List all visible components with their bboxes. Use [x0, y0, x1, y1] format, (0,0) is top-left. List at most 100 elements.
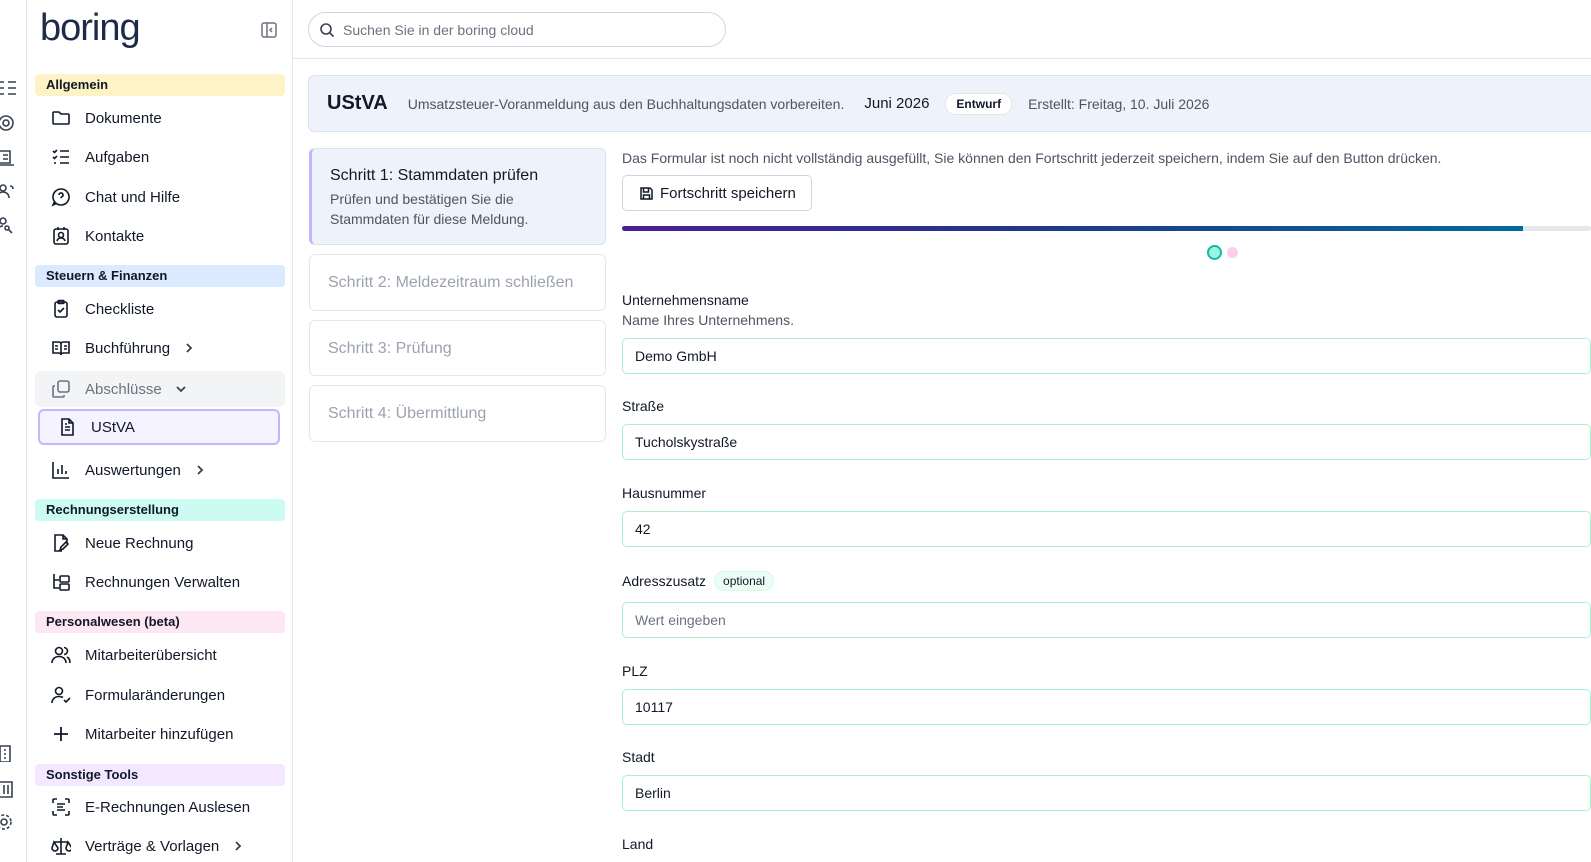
building-icon[interactable]	[0, 744, 16, 762]
file-text-icon	[57, 417, 77, 437]
sidebar-item-mitarbeiter-hinzufuegen[interactable]: Mitarbeiter hinzufügen	[35, 716, 285, 752]
logo[interactable]: boring	[40, 6, 141, 50]
sidebar-item-label: Kontakte	[85, 227, 145, 245]
users-icon	[51, 645, 71, 665]
step-1[interactable]: Schritt 1: Stammdaten prüfen Prüfen und …	[309, 148, 606, 245]
address-extra-field[interactable]	[622, 602, 1591, 638]
step-3[interactable]: Schritt 3: Prüfung	[309, 320, 606, 376]
save-progress-label: Fortschritt speichern	[660, 184, 796, 202]
user-check-icon	[51, 685, 71, 705]
sidebar-item-label: Dokumente	[85, 109, 162, 127]
sidebar-item-buchfuehrung[interactable]: Buchführung	[35, 330, 285, 366]
save-progress-button[interactable]: Fortschritt speichern	[622, 175, 812, 211]
contact-icon	[51, 226, 71, 246]
list-icon[interactable]	[0, 79, 16, 97]
sidebar-item-label: Mitarbeiterübersicht	[85, 646, 217, 664]
house-number-field[interactable]	[622, 511, 1591, 547]
step-title: Schritt 4: Übermittlung	[328, 405, 487, 422]
sidebar-item-label: Formularänderungen	[85, 686, 226, 704]
clipboard-check-icon	[51, 299, 71, 319]
step-title: Schritt 2: Meldezeitraum schließen	[328, 274, 574, 291]
page-description: Umsatzsteuer-Voranmeldung aus den Buchha…	[407, 95, 845, 112]
scan-text-icon	[51, 797, 71, 817]
sidebar-item-e-rechnungen[interactable]: E-Rechnungen Auslesen	[35, 789, 285, 825]
form-notice: Das Formular ist noch nicht vollständig …	[622, 150, 1442, 166]
page-title: UStVA	[327, 92, 388, 114]
person-search-icon[interactable]	[0, 216, 16, 234]
company-field[interactable]	[622, 338, 1591, 374]
sidebar-item-label: Neue Rechnung	[85, 534, 194, 552]
users-icon[interactable]	[0, 182, 16, 200]
search-box[interactable]	[308, 12, 726, 47]
coin-icon[interactable]	[0, 114, 16, 132]
library-icon[interactable]	[0, 780, 16, 798]
city-field[interactable]	[622, 775, 1591, 811]
section-rechnungserstellung: Rechnungserstellung	[35, 499, 285, 521]
step-4[interactable]: Schritt 4: Übermittlung	[309, 385, 606, 442]
sidebar-item-formularaenderungen[interactable]: Formularänderungen	[35, 677, 285, 713]
sidebar-item-checkliste[interactable]: Checkliste	[35, 291, 285, 327]
progress-bar	[622, 226, 1591, 231]
section-allgemein: Allgemein	[35, 74, 285, 96]
file-pen-icon	[51, 533, 71, 553]
help-chat-icon	[51, 187, 71, 207]
section-personalwesen: Personalwesen (beta)	[35, 611, 285, 633]
sidebar-item-abschluesse[interactable]: Abschlüsse	[35, 371, 285, 407]
sidebar-item-label: Chat und Hilfe	[85, 188, 181, 206]
step-indicator	[1207, 245, 1238, 260]
period-label: Juni 2026	[864, 95, 930, 112]
section-steuern: Steuern & Finanzen	[35, 265, 285, 287]
indicator-dot-next	[1227, 247, 1238, 258]
street-label: Straße	[622, 398, 665, 414]
chevron-right-icon	[193, 463, 207, 477]
sidebar-item-auswertungen[interactable]: Auswertungen	[35, 452, 285, 488]
bar-chart-icon	[51, 460, 71, 480]
sidebar-item-kontakte[interactable]: Kontakte	[35, 218, 285, 254]
address-extra-label-text: Adresszusatz	[622, 573, 707, 589]
search-input[interactable]	[343, 21, 703, 38]
street-field[interactable]	[622, 424, 1591, 460]
sidebar-item-aufgaben[interactable]: Aufgaben	[35, 139, 285, 175]
folder-icon	[51, 108, 71, 128]
country-label: Land	[622, 836, 654, 852]
optional-badge: optional	[714, 571, 775, 591]
sidebar-item-dokumente[interactable]: Dokumente	[35, 100, 285, 136]
sidebar-item-vertraege[interactable]: Verträge & Vorlagen	[35, 828, 285, 862]
step-2[interactable]: Schritt 2: Meldezeitraum schließen	[309, 254, 606, 311]
sidebar-item-ustva[interactable]: UStVA	[38, 409, 280, 445]
chevron-right-icon	[231, 839, 245, 853]
house-number-label: Hausnummer	[622, 485, 707, 501]
step-description: Prüfen und bestätigen Sie die Stammdaten…	[330, 191, 529, 227]
top-bar	[293, 0, 1591, 59]
zip-field[interactable]	[622, 689, 1591, 725]
sidebar-item-label: Checkliste	[85, 300, 155, 318]
sidebar-item-label: Mitarbeiter hinzufügen	[85, 725, 234, 743]
plus-icon	[51, 724, 71, 744]
search-icon	[319, 22, 335, 38]
checklist-icon	[51, 147, 71, 167]
sidebar-item-label: Aufgaben	[85, 148, 150, 166]
folder-tree-icon	[51, 572, 71, 592]
sidebar-item-label: Buchführung	[85, 339, 171, 357]
company-label: Unternehmensname	[622, 292, 749, 308]
sidebar-item-label: E-Rechnungen Auslesen	[85, 798, 251, 816]
sidebar-item-neue-rechnung[interactable]: Neue Rechnung	[35, 525, 285, 561]
sidebar-item-label: Abschlüsse	[85, 380, 162, 398]
zip-label: PLZ	[622, 663, 648, 679]
scale-icon	[51, 836, 71, 856]
sidebar-item-chat[interactable]: Chat und Hilfe	[35, 179, 285, 215]
sidebar-collapse-icon[interactable]	[260, 21, 278, 39]
sidebar-item-label: UStVA	[91, 418, 135, 436]
sidebar-item-rechnungen-verwalten[interactable]: Rechnungen Verwalten	[35, 564, 285, 600]
chevron-down-icon	[174, 382, 188, 396]
sidebar-item-label: Auswertungen	[85, 461, 181, 479]
ledger-icon[interactable]	[0, 149, 16, 167]
icon-rail	[0, 0, 27, 862]
copy-icon	[51, 379, 71, 399]
step-title: Schritt 3: Prüfung	[328, 340, 452, 357]
sidebar-item-label: Verträge & Vorlagen	[85, 837, 220, 855]
gear-icon[interactable]	[0, 813, 16, 831]
sidebar-item-mitarbeiter[interactable]: Mitarbeiterübersicht	[35, 637, 285, 673]
status-badge: Entwurf	[945, 92, 1013, 115]
section-sonstige-tools: Sonstige Tools	[35, 764, 285, 786]
